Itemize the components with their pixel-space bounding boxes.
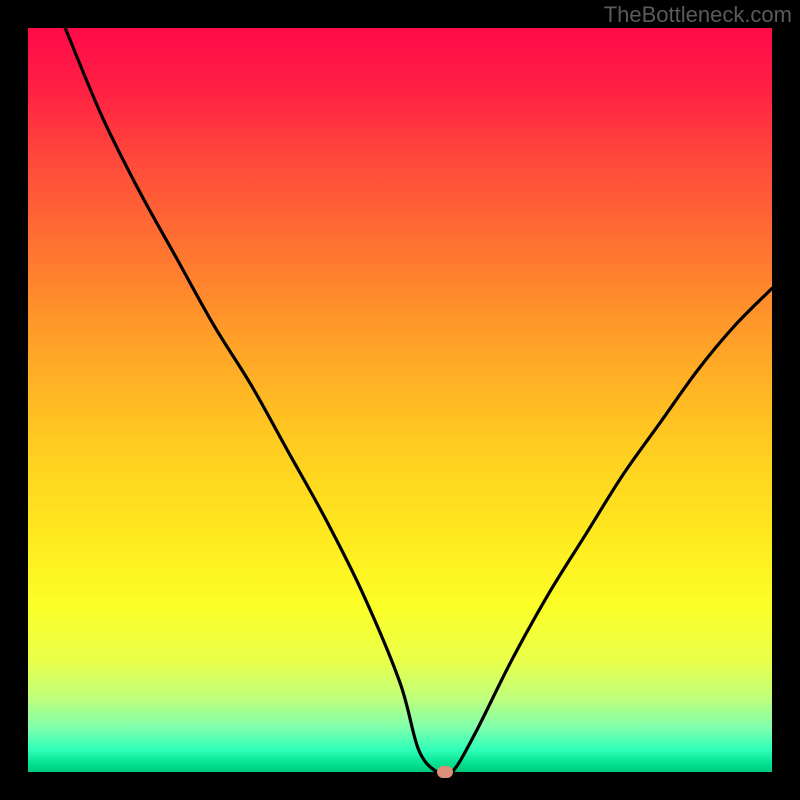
plot-area <box>28 28 772 772</box>
chart-container: TheBottleneck.com <box>0 0 800 800</box>
curve-svg <box>28 28 772 772</box>
bottleneck-curve <box>65 28 772 776</box>
attribution-text: TheBottleneck.com <box>604 2 792 28</box>
optimal-point-marker <box>437 766 453 778</box>
